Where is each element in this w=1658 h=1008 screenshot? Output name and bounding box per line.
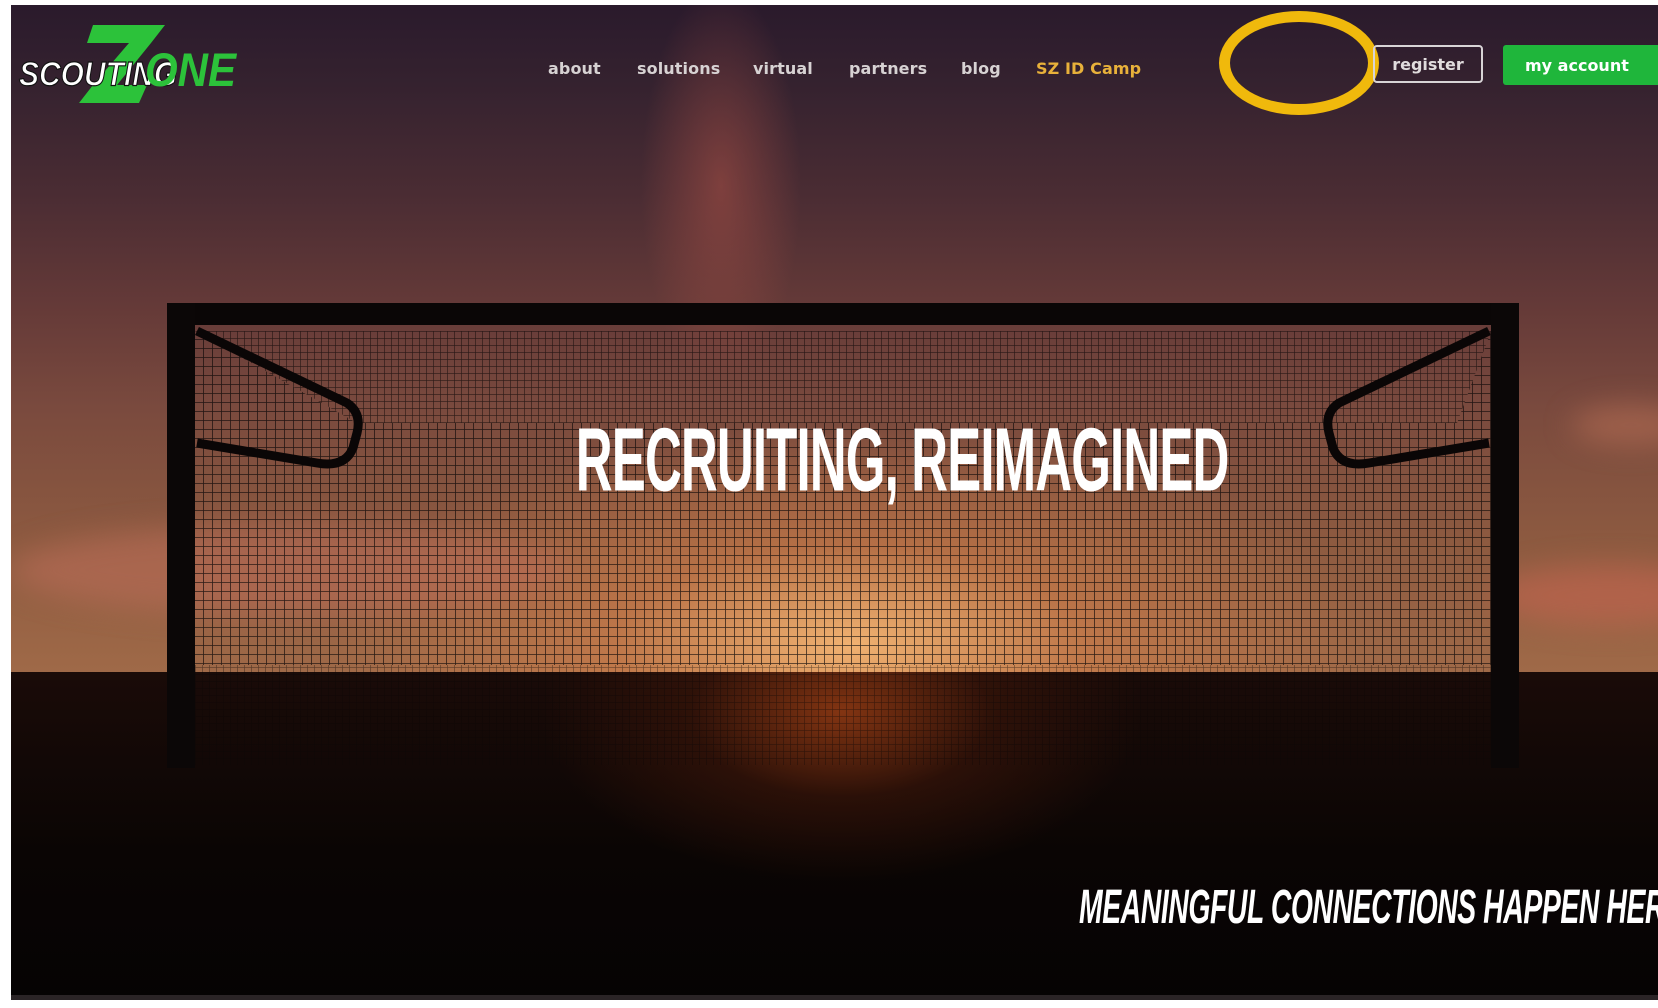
bottom-divider [11,995,1658,1000]
soccer-goal-image [167,303,1519,768]
logo-text-right: ONE [145,45,237,97]
nav-link-blog[interactable]: blog [961,54,1001,84]
nav-link-virtual[interactable]: virtual [753,54,813,84]
nav-link-solutions[interactable]: solutions [637,54,720,84]
scoutingzone-logo[interactable]: SCOUTING ONE [17,21,267,113]
register-button-label: register [1392,54,1464,74]
my-account-button[interactable]: my account [1503,45,1658,85]
hero-tagline: MEANINGFUL CONNECTIONS HAPPEN HERE [1079,879,1658,934]
logo-graphic: SCOUTING ONE [18,25,237,103]
page-viewport: SCOUTING ONE about solutions virtual par… [11,5,1658,1000]
nav-link-partners[interactable]: partners [849,54,927,84]
nav-link-about[interactable]: about [548,54,601,84]
annotation-highlight-circle [1219,11,1379,115]
register-button[interactable]: register [1373,45,1483,83]
nav-link-sz-id-camp[interactable]: SZ ID Camp [1036,54,1141,84]
my-account-button-label: my account [1525,55,1629,75]
hero-title: RECRUITING, REIMAGINED [575,409,1230,511]
